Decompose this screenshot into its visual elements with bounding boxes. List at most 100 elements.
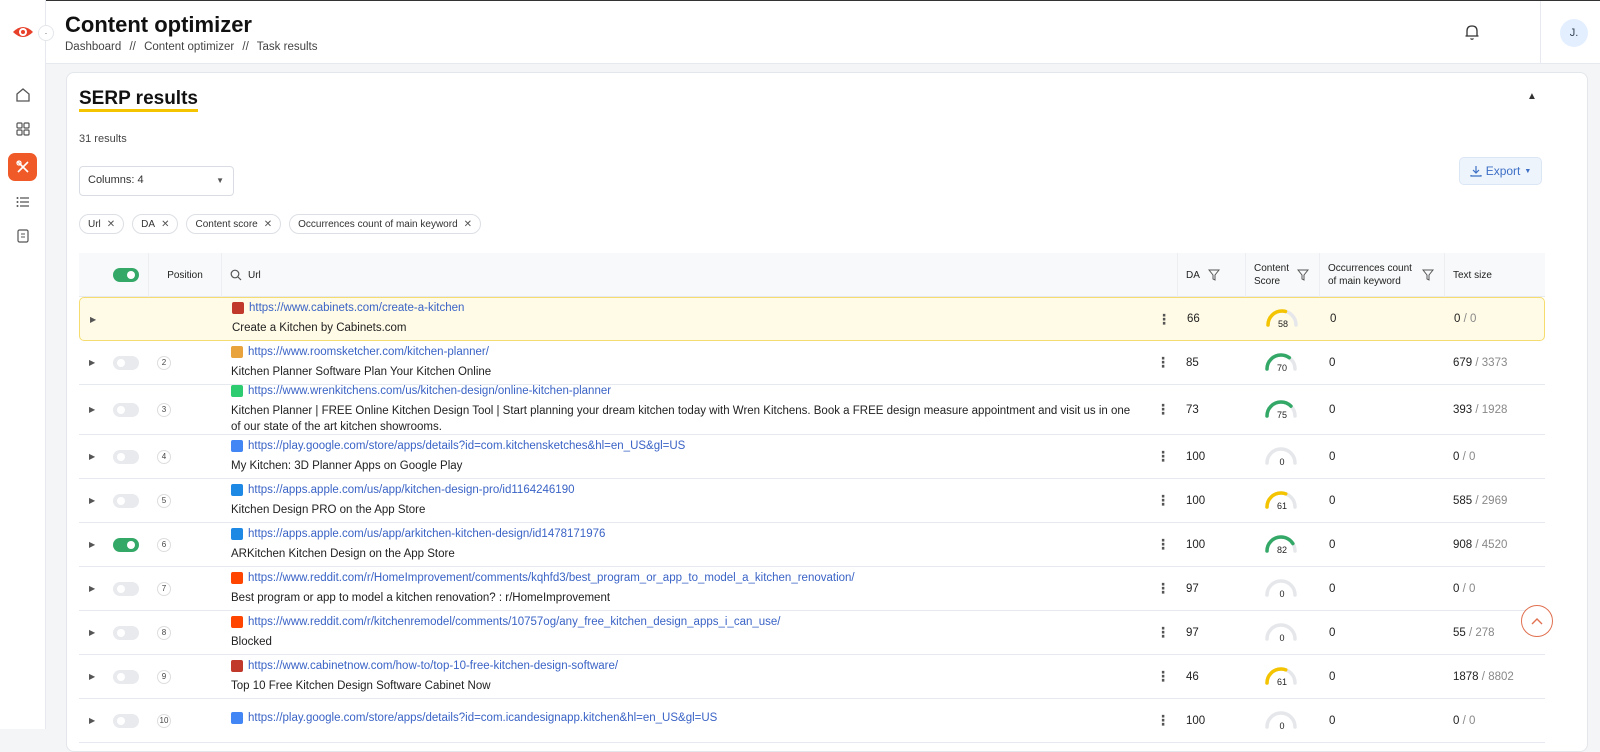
row-menu-icon[interactable]: ⋮ <box>1156 523 1170 566</box>
close-icon[interactable]: ✕ <box>464 219 472 230</box>
bell-icon[interactable] <box>1464 23 1480 41</box>
expand-row-icon[interactable]: ▶ <box>89 435 95 478</box>
close-icon[interactable]: ✕ <box>107 219 115 230</box>
table-row[interactable]: ▶ 8 https://www.reddit.com/r/kitchenremode… <box>79 611 1545 655</box>
row-menu-icon[interactable]: ⋮ <box>1156 435 1170 478</box>
table-row[interactable]: ▶ 9 https://www.cabinetnow.com/how-to/top-… <box>79 655 1545 699</box>
result-url-link[interactable]: https://www.cabinetnow.com/how-to/top-10… <box>248 660 618 672</box>
nav-list[interactable] <box>8 188 37 216</box>
result-url-link[interactable]: https://play.google.com/store/apps/detai… <box>248 440 685 452</box>
avatar[interactable]: J. <box>1560 19 1588 47</box>
expand-row-icon[interactable]: ▶ <box>90 298 96 340</box>
collapse-card-button[interactable]: ▲ <box>1527 91 1537 102</box>
occurrences-value: 0 <box>1329 494 1336 507</box>
table-row[interactable]: ▶ 4 https://play.google.com/store/apps/det… <box>79 435 1545 479</box>
row-toggle[interactable] <box>113 355 139 370</box>
filter-chip[interactable]: Content score ✕ <box>186 214 282 234</box>
filter-chip[interactable]: Url ✕ <box>79 214 125 234</box>
occurrences-value: 0 <box>1329 450 1336 463</box>
export-button[interactable]: Export ▼ <box>1459 157 1542 185</box>
nav-documents[interactable] <box>8 222 37 250</box>
row-toggle[interactable] <box>113 625 139 640</box>
filter-icon[interactable] <box>1207 269 1220 281</box>
position-badge: 9 <box>157 669 171 684</box>
close-icon[interactable]: ✕ <box>264 219 272 230</box>
table-row[interactable]: ▶ 5 https://apps.apple.com/us/app/kitchen-… <box>79 479 1545 523</box>
filter-chip[interactable]: DA ✕ <box>132 214 179 234</box>
result-url-link[interactable]: https://www.reddit.com/r/kitchenremodel/… <box>248 616 781 628</box>
filter-icon[interactable] <box>1421 269 1434 281</box>
header-url[interactable]: Url <box>221 253 1177 297</box>
header-text-size[interactable]: Text size <box>1444 253 1545 297</box>
nav-tools[interactable] <box>8 153 37 181</box>
close-icon[interactable]: ✕ <box>161 219 169 230</box>
columns-select[interactable]: Columns: 4 ▼ <box>79 166 234 196</box>
row-toggle-cell <box>113 479 139 522</box>
row-menu-icon[interactable]: ⋮ <box>1156 611 1170 654</box>
row-toggle[interactable] <box>113 493 139 508</box>
table-row[interactable]: ▶ 2 https://www.roomsketcher.com/kitchen-p… <box>79 341 1545 385</box>
table-row[interactable]: ▶ 6 https://apps.apple.com/us/app/arkitche… <box>79 523 1545 567</box>
expand-row-icon[interactable]: ▶ <box>89 699 95 742</box>
row-toggle[interactable] <box>113 537 139 552</box>
breadcrumb-dashboard[interactable]: Dashboard <box>65 41 121 53</box>
table-row[interactable]: ▶ https://www.cabinets.com/create-a-kitch… <box>79 297 1545 341</box>
header-occurrences[interactable]: Occurrences count of main keyword <box>1319 253 1444 297</box>
filter-chip[interactable]: Occurrences count of main keyword ✕ <box>289 214 482 234</box>
nav-home[interactable] <box>8 81 37 109</box>
da-value: 85 <box>1186 356 1199 369</box>
expand-row-icon[interactable]: ▶ <box>89 655 95 698</box>
row-menu-icon[interactable]: ⋮ <box>1156 655 1170 698</box>
table-row[interactable]: ▶ 10 https://play.google.com/store/apps/de… <box>79 699 1545 743</box>
expand-row-icon[interactable]: ▶ <box>89 341 95 384</box>
expand-row-icon[interactable]: ▶ <box>89 523 95 566</box>
breadcrumb-content-optimizer[interactable]: Content optimizer <box>144 41 234 53</box>
result-page-title: Top 10 Free Kitchen Design Software Cabi… <box>231 679 491 692</box>
text-size-total: 0 <box>1469 714 1476 727</box>
result-url-link[interactable]: https://apps.apple.com/us/app/arkitchen-… <box>248 528 605 540</box>
text-size-separator: / <box>1459 714 1469 727</box>
sidebar-collapse-button[interactable]: · <box>38 25 54 41</box>
favicon-icon <box>232 302 244 314</box>
row-menu-icon[interactable]: ⋮ <box>1156 341 1170 384</box>
row-menu-icon[interactable]: ⋮ <box>1157 298 1171 340</box>
row-menu-icon[interactable]: ⋮ <box>1156 567 1170 610</box>
expand-row-icon[interactable]: ▶ <box>89 611 95 654</box>
row-toggle[interactable] <box>113 669 139 684</box>
text-size-total: 278 <box>1475 626 1495 639</box>
result-url-link[interactable]: https://www.roomsketcher.com/kitchen-pla… <box>248 346 489 358</box>
text-size-cell: 0 / 0 <box>1453 567 1475 610</box>
expand-row-icon[interactable]: ▶ <box>89 385 95 434</box>
row-menu-icon[interactable]: ⋮ <box>1156 479 1170 522</box>
select-all-toggle[interactable] <box>112 268 139 282</box>
row-menu-icon[interactable]: ⋮ <box>1156 385 1170 434</box>
expand-row-icon[interactable]: ▶ <box>89 479 95 522</box>
content-score-value: 0 <box>1279 588 1285 599</box>
header-content-score[interactable]: Content Score <box>1245 253 1319 297</box>
table-row[interactable]: ▶ 3 https://www.wrenkitchens.com/us/kitche… <box>79 384 1545 435</box>
table-row[interactable]: ▶ 7 https://www.reddit.com/r/HomeImproveme… <box>79 567 1545 611</box>
nav-dashboard[interactable] <box>8 115 37 143</box>
header-da[interactable]: DA <box>1177 253 1245 297</box>
filter-icon[interactable] <box>1297 269 1310 281</box>
row-menu-icon[interactable]: ⋮ <box>1156 699 1170 742</box>
url-cell: https://www.cabinetnow.com/how-to/top-10… <box>231 655 1141 698</box>
row-toggle[interactable] <box>113 402 139 417</box>
row-toggle[interactable] <box>113 449 139 464</box>
eye-logo-icon[interactable] <box>12 22 34 42</box>
result-url-link[interactable]: https://www.cabinets.com/create-a-kitche… <box>249 302 464 314</box>
result-url-link[interactable]: https://apps.apple.com/us/app/kitchen-de… <box>248 484 574 496</box>
position-cell: 10 <box>157 699 171 742</box>
result-url-link[interactable]: https://www.wrenkitchens.com/us/kitchen-… <box>248 385 611 397</box>
expand-row-icon[interactable]: ▶ <box>89 567 95 610</box>
result-url-link[interactable]: https://play.google.com/store/apps/detai… <box>248 712 717 724</box>
da-value: 100 <box>1186 714 1206 727</box>
row-toggle[interactable] <box>113 713 139 728</box>
text-size-total: 4520 <box>1481 538 1508 551</box>
header-position[interactable]: Position <box>148 253 221 297</box>
row-toggle[interactable] <box>113 581 139 596</box>
caret-down-icon: ▼ <box>1524 167 1532 175</box>
result-url-link[interactable]: https://www.reddit.com/r/HomeImprovement… <box>248 572 855 584</box>
da-value: 46 <box>1186 670 1199 683</box>
scroll-to-top-button[interactable] <box>1521 605 1553 637</box>
